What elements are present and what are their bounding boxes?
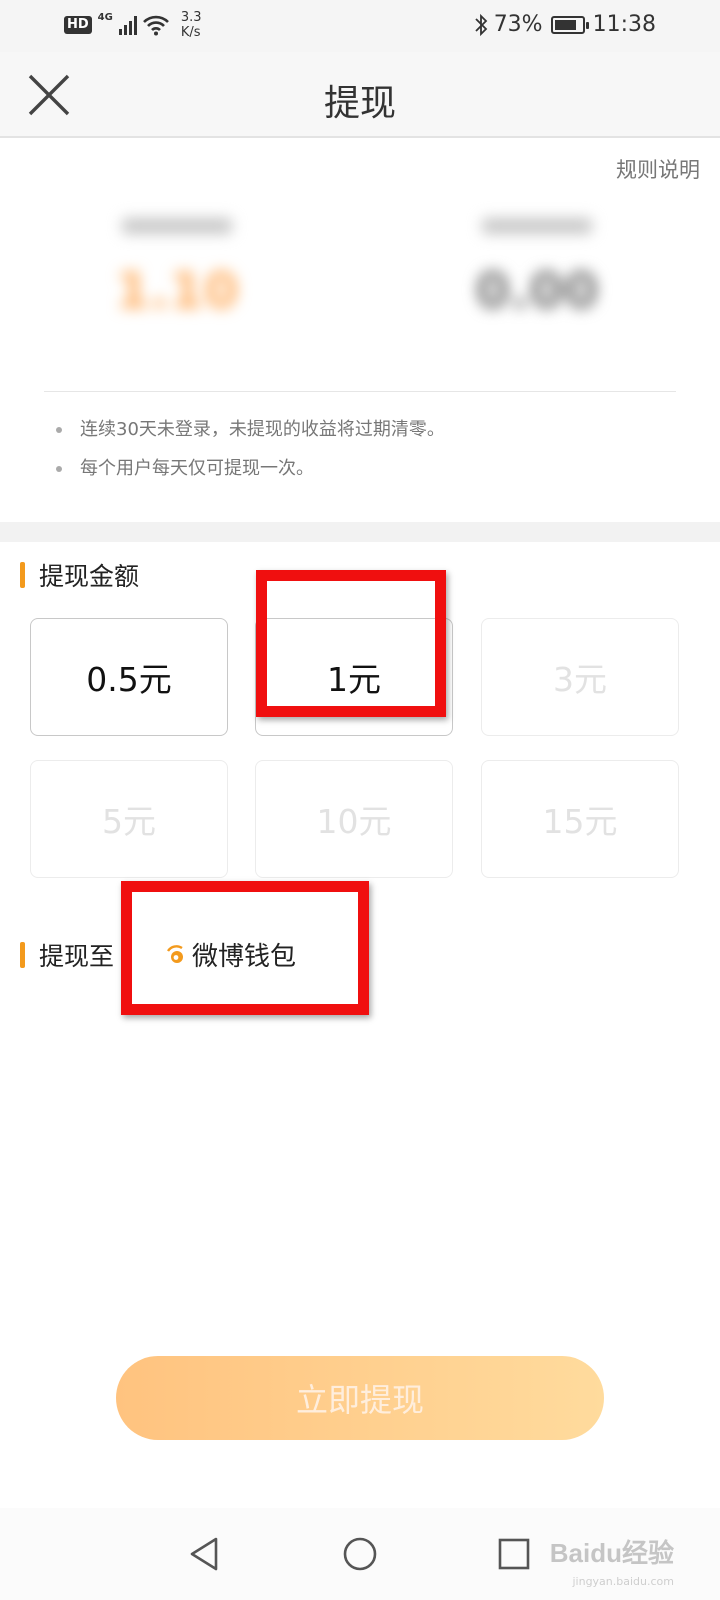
home-circle-icon[interactable] [338,1532,382,1576]
speed-value: 3.3 [180,10,202,25]
amount-option-10: 10元 [255,760,453,878]
wallet-label: 微博钱包 [192,942,297,972]
speed-unit: K/s [180,25,201,40]
amount-option-0-5[interactable]: 0.5元 [30,618,228,736]
bluetooth-icon [475,13,487,36]
note-item: 连续30天未登录，未提现的收益将过期清零。 [56,420,445,440]
divider [44,391,676,392]
amount-section-title: 提现金额 [39,562,140,591]
wallet-option[interactable]: 微博钱包 [166,936,296,973]
clock: 11:38 [592,12,656,37]
withdraw-now-button[interactable]: 立即提现 [116,1356,604,1440]
recent-apps-square-icon[interactable] [492,1532,536,1576]
amount-section-header: 提现金额 [20,557,139,593]
rules-link[interactable]: 规则说明 [616,154,700,184]
baidu-watermark: Baidu经验 jingyan.baidu.com [549,1533,674,1588]
hd-badge: HD [64,16,92,34]
navigation-bar: Baidu经验 jingyan.baidu.com [0,1508,720,1600]
target-section-header: 提现至 [20,937,114,973]
status-left: HD 4G 3.3 K/s [64,10,202,40]
watermark-url: jingyan.baidu.com [572,1575,674,1588]
watermark-brand: Baidu经验 [549,1538,674,1568]
total-balance-blurred: 0.00 [472,218,602,320]
notes-list: 连续30天未登录，未提现的收益将过期清零。 每个用户每天仅可提现一次。 [56,420,445,498]
amount-option-5: 5元 [30,760,228,878]
target-section-title: 提现至 [39,942,115,971]
status-bar: HD 4G 3.3 K/s 73% 11:38 [0,0,720,52]
amount-option-15: 15元 [481,760,679,878]
network-speed: 3.3 K/s [181,10,202,40]
signal-icon [118,15,137,35]
withdrawable-balance-blurred: 1.10 [112,218,242,320]
accent-bar [20,562,25,588]
weibo-wallet-icon [166,944,183,963]
page-title: 提现 [323,83,396,124]
accent-bar [20,942,25,968]
battery-percent: 73% [493,12,543,37]
amount-option-3: 3元 [481,618,679,736]
section-separator [0,522,720,542]
back-triangle-icon[interactable] [184,1532,228,1576]
app-header: 提现 [0,52,720,138]
note-item: 每个用户每天仅可提现一次。 [56,459,445,479]
wifi-icon [142,15,169,36]
battery-icon [550,15,589,34]
status-right: 73% 11:38 [474,12,656,37]
network-type: 4G [97,11,113,23]
amount-option-1[interactable]: 1元 [255,618,453,736]
